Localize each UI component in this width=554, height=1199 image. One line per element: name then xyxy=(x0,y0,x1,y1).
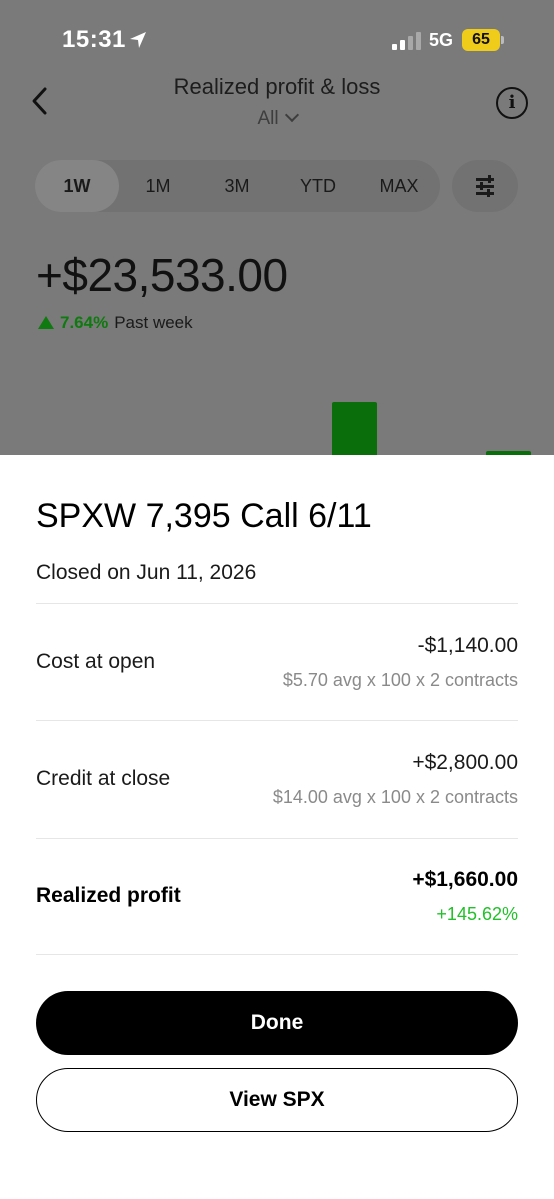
credit-at-close-value: +$2,800.00 xyxy=(412,751,518,774)
realized-profit-label: Realized profit xyxy=(36,884,181,907)
period-tab-1w[interactable]: 1W xyxy=(35,160,119,212)
divider xyxy=(36,838,518,839)
period-selector: 1W 1M 3M YTD MAX xyxy=(35,160,440,212)
done-button[interactable]: Done xyxy=(36,991,518,1055)
chart-settings-button[interactable] xyxy=(452,160,518,212)
divider xyxy=(36,954,518,955)
total-realized-value: +$23,533.00 xyxy=(36,249,288,301)
divider xyxy=(36,603,518,604)
divider xyxy=(36,720,518,721)
background-screen: 15:31 5G 65 Realized profit & loss All i… xyxy=(0,0,554,460)
credit-at-close-detail: $14.00 avg x 100 x 2 contracts xyxy=(272,787,518,807)
change-percent: 7.64% xyxy=(60,313,109,332)
chevron-down-icon xyxy=(284,107,299,123)
status-time: 15:31 xyxy=(62,26,126,53)
view-spx-button[interactable]: View SPX xyxy=(36,1068,518,1132)
change-period-label: Past week xyxy=(114,313,193,332)
sheet-title: SPXW 7,395 Call 6/11 xyxy=(36,497,372,535)
account-filter-dropdown[interactable]: All xyxy=(0,107,554,130)
period-tab-max[interactable]: MAX xyxy=(359,160,439,212)
chart-bar xyxy=(332,402,377,460)
period-tab-ytd[interactable]: YTD xyxy=(277,160,359,212)
cellular-signal-icon xyxy=(392,32,422,50)
info-icon[interactable]: i xyxy=(496,87,528,119)
account-filter-label: All xyxy=(257,108,279,129)
cost-at-open-label: Cost at open xyxy=(36,650,156,673)
period-tab-1m[interactable]: 1M xyxy=(119,160,197,212)
realized-profit-percent: +145.62% xyxy=(436,904,518,924)
credit-at-close-label: Credit at close xyxy=(36,767,171,790)
location-arrow-icon xyxy=(130,32,146,48)
status-bar: 15:31 5G 65 xyxy=(0,0,554,80)
cost-at-open-detail: $5.70 avg x 100 x 2 contracts xyxy=(282,670,518,690)
trade-detail-sheet: SPXW 7,395 Call 6/11 Closed on Jun 11, 2… xyxy=(0,455,554,1199)
change-summary: 7.64% Past week xyxy=(38,313,193,333)
network-type: 5G xyxy=(429,30,454,50)
period-tab-3m[interactable]: 3M xyxy=(197,160,277,212)
cost-at-open-value: -$1,140.00 xyxy=(417,634,518,657)
battery-tip xyxy=(501,36,504,44)
page-title: Realized profit & loss xyxy=(173,74,381,99)
closed-date: Closed on Jun 11, 2026 xyxy=(36,561,257,584)
battery-icon: 65 xyxy=(462,29,500,51)
realized-profit-value: +$1,660.00 xyxy=(412,868,518,891)
up-triangle-icon xyxy=(38,316,54,329)
